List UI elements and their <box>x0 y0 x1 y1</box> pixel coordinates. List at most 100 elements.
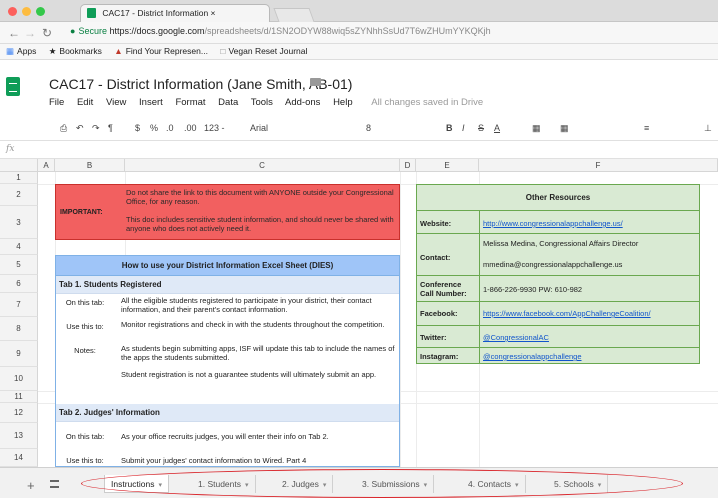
maximize-window-icon[interactable] <box>36 7 45 16</box>
sheets-favicon-icon <box>87 8 96 18</box>
forward-arrow-icon[interactable]: → <box>24 26 36 40</box>
align-icon[interactable]: ≡ <box>644 123 649 133</box>
select-all-corner[interactable] <box>0 159 38 172</box>
currency-icon[interactable]: $ <box>135 123 140 133</box>
spreadsheet-grid[interactable]: A B C D E F 1 2 3 4 5 6 7 8 9 10 11 12 1… <box>0 159 718 467</box>
document-title[interactable]: CAC17 - District Information (Jane Smith… <box>49 76 352 92</box>
back-arrow-icon[interactable]: ← <box>8 26 20 40</box>
important-line-2: This doc includes sensitive student info… <box>126 215 394 233</box>
sheet-tab-schools[interactable]: 5. Schools ▾ <box>548 475 609 493</box>
important-line-1: Do not share the link to this document w… <box>126 188 394 206</box>
twitter-link[interactable]: @CongressionalAC <box>483 333 698 342</box>
facebook-link[interactable]: https://www.facebook.com/AppChallengeCoa… <box>483 309 698 318</box>
redo-icon[interactable]: ↷ <box>92 123 100 134</box>
contact-email[interactable]: mmedina@congressionalappchallenge.us <box>483 260 698 269</box>
conference-number: 1-866-226-9930 PW: 610-982 <box>483 285 583 294</box>
divider <box>417 325 699 326</box>
decrease-decimal-icon[interactable]: .0 <box>166 123 174 133</box>
instagram-label: Instagram: <box>420 352 459 361</box>
row-header[interactable]: 4 <box>0 239 38 255</box>
website-link[interactable]: http://www.congressionalappchallenge.us/ <box>483 219 698 228</box>
bookmark-find-representative[interactable]: ▲ Find Your Represen... <box>114 46 208 56</box>
contact-label: Contact: <box>420 253 451 262</box>
row-header[interactable]: 14 <box>0 449 38 467</box>
paint-format-icon[interactable]: ¶ <box>108 123 113 133</box>
url-field[interactable]: ● Secure https://docs.google.com/spreadsh… <box>70 26 710 41</box>
column-header-e[interactable]: E <box>416 159 479 172</box>
formula-bar[interactable]: fx <box>0 141 718 159</box>
column-header-b[interactable]: B <box>55 159 125 172</box>
increase-decimal-icon[interactable]: .00 <box>184 123 197 133</box>
font-size-dropdown[interactable]: 8 <box>366 123 371 133</box>
bookmark-apps[interactable]: ▦ Apps <box>6 46 36 56</box>
menu-insert[interactable]: Insert <box>139 97 163 108</box>
sheet-tab-submissions[interactable]: 3. Submissions ▾ <box>356 475 435 493</box>
column-header-d[interactable]: D <box>400 159 416 172</box>
browser-tab[interactable]: CAC17 - District Information × <box>80 4 270 22</box>
menu-edit[interactable]: Edit <box>77 97 93 108</box>
close-window-icon[interactable] <box>8 7 17 16</box>
divider <box>417 275 699 276</box>
sheet-tab-contacts[interactable]: 4. Contacts ▾ <box>462 475 526 493</box>
fill-color-icon[interactable]: ▦ <box>532 123 541 134</box>
contact-name: Melissa Medina, Congressional Affairs Di… <box>483 239 639 248</box>
add-sheet-icon[interactable]: + <box>27 478 35 493</box>
bookmark-vegan-reset[interactable]: □ Vegan Reset Journal <box>220 46 307 56</box>
menu-addons[interactable]: Add-ons <box>285 97 320 108</box>
url-host: https://docs.google.com <box>109 26 205 36</box>
sheet-tab-students[interactable]: 1. Students ▾ <box>192 475 256 493</box>
row-header[interactable]: 12 <box>0 403 38 423</box>
menu-view[interactable]: View <box>106 97 126 108</box>
row-header[interactable]: 10 <box>0 367 38 391</box>
howto-section[interactable]: How to use your District Information Exc… <box>55 255 400 467</box>
bold-icon[interactable]: B <box>446 123 453 133</box>
menu-format[interactable]: Format <box>175 97 205 108</box>
row-text: All the eligible students registered to … <box>121 296 372 314</box>
column-header-f[interactable]: F <box>479 159 718 172</box>
vertical-align-icon[interactable]: ⊥ <box>704 123 712 134</box>
row-header[interactable]: 9 <box>0 341 38 367</box>
all-sheets-icon[interactable] <box>50 480 59 488</box>
row-header[interactable]: 1 <box>0 172 38 184</box>
folder-icon[interactable] <box>310 78 321 86</box>
sheet-tab-instructions[interactable]: Instructions ▾ <box>104 475 169 493</box>
menu-data[interactable]: Data <box>218 97 238 108</box>
new-tab-button[interactable] <box>273 8 315 22</box>
save-status: All changes saved in Drive <box>371 97 484 108</box>
row-header[interactable]: 7 <box>0 293 38 317</box>
gridline <box>400 172 401 467</box>
important-notice[interactable]: IMPORTANT: Do not share the link to this… <box>55 184 400 240</box>
instagram-link[interactable]: @congressionalappchallenge <box>483 352 698 361</box>
number-format-dropdown[interactable]: 123 - <box>204 123 225 133</box>
row-header[interactable]: 13 <box>0 423 38 449</box>
menu-help[interactable]: Help <box>333 97 353 108</box>
doc-header: CAC17 - District Information (Jane Smith… <box>0 61 718 117</box>
facebook-label: Facebook: <box>420 309 458 318</box>
menu-tools[interactable]: Tools <box>251 97 273 108</box>
menu-bar: File Edit View Insert Format Data Tools … <box>49 97 483 108</box>
bookmark-bookmarks[interactable]: ★ Bookmarks <box>49 46 102 56</box>
row-header[interactable]: 5 <box>0 255 38 275</box>
chevron-down-icon: ▾ <box>423 482 428 489</box>
undo-icon[interactable]: ↶ <box>76 123 84 134</box>
menu-file[interactable]: File <box>49 97 64 108</box>
sheet-tab-judges[interactable]: 2. Judges ▾ <box>276 475 334 493</box>
strikethrough-icon[interactable]: S <box>478 123 484 133</box>
column-header-c[interactable]: C <box>125 159 400 172</box>
column-header-a[interactable]: A <box>38 159 55 172</box>
address-bar: ← → ↻ ● Secure https://docs.google.com/sp… <box>0 22 718 44</box>
reload-icon[interactable]: ↻ <box>42 26 52 40</box>
row-header[interactable]: 11 <box>0 391 38 403</box>
row-header[interactable]: 3 <box>0 206 38 239</box>
text-color-icon[interactable]: A <box>494 123 500 133</box>
row-header[interactable]: 6 <box>0 275 38 293</box>
row-header[interactable]: 2 <box>0 184 38 206</box>
italic-icon[interactable]: I <box>462 123 465 133</box>
font-dropdown[interactable]: Arial <box>250 123 268 133</box>
minimize-window-icon[interactable] <box>22 7 31 16</box>
percent-icon[interactable]: % <box>150 123 158 133</box>
row-header[interactable]: 8 <box>0 317 38 341</box>
sheets-logo-icon[interactable] <box>6 77 20 96</box>
print-icon[interactable]: ⎙ <box>60 123 67 134</box>
borders-icon[interactable]: ▦ <box>560 123 569 134</box>
